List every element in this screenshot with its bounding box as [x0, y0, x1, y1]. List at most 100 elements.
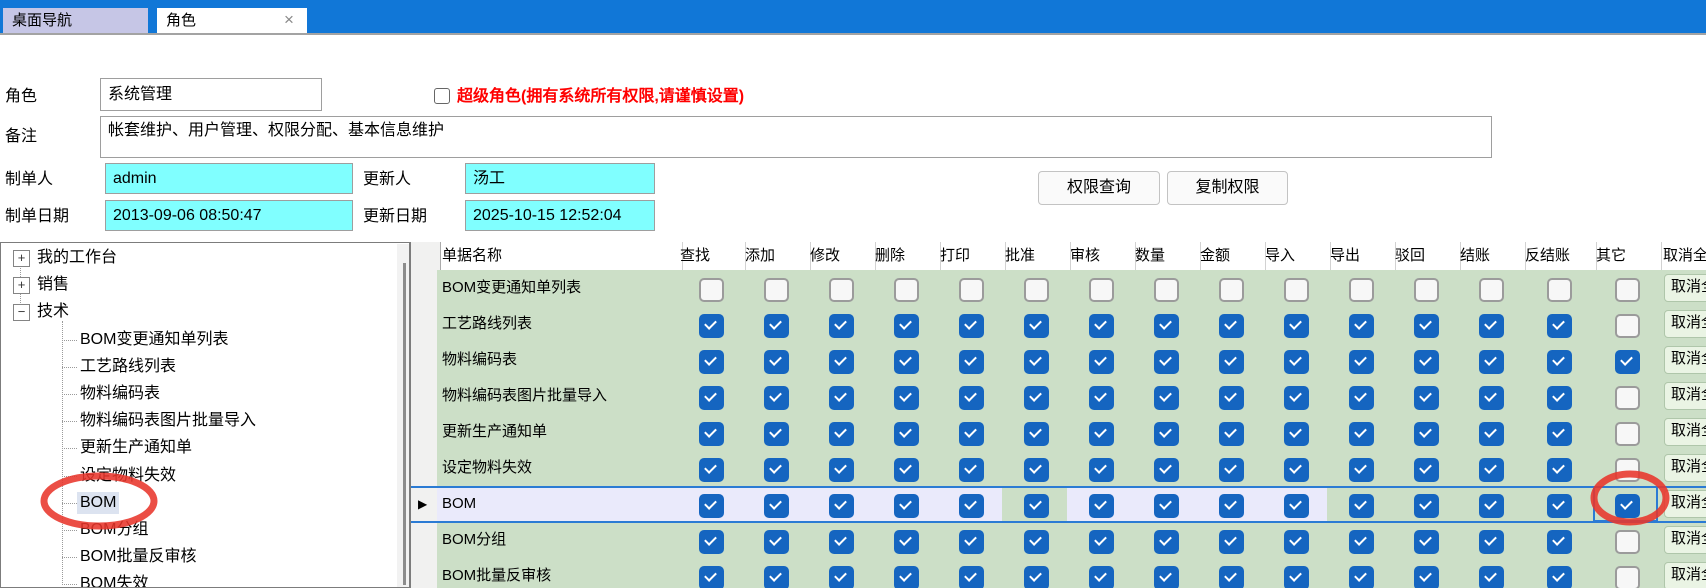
tree-expander-expand-icon[interactable]: + — [13, 277, 30, 294]
permission-checkbox-checked[interactable] — [1024, 350, 1049, 374]
permission-checkbox-checked[interactable] — [1284, 530, 1309, 554]
tree-item[interactable]: 技术 — [34, 301, 72, 323]
permission-checkbox-checked[interactable] — [829, 494, 854, 518]
permission-checkbox-checked[interactable] — [1219, 314, 1244, 338]
permission-checkbox-unchecked[interactable] — [1349, 278, 1374, 302]
cancel-select-all-button[interactable]: 取消全选 — [1664, 490, 1706, 518]
grid-header-document-name[interactable]: 单据名称 — [437, 242, 683, 270]
permission-checkbox-checked[interactable] — [1414, 350, 1439, 374]
permission-checkbox-checked[interactable] — [1024, 314, 1049, 338]
permission-checkbox-checked[interactable] — [1349, 350, 1374, 374]
permission-checkbox-unchecked[interactable] — [1615, 458, 1640, 482]
tree-expander-expand-icon[interactable]: + — [13, 250, 30, 267]
permission-checkbox-checked[interactable] — [1479, 566, 1504, 588]
tree-item[interactable]: 物料编码表 — [77, 383, 163, 405]
permission-checkbox-checked[interactable] — [1615, 350, 1640, 374]
permission-checkbox-unchecked[interactable] — [829, 278, 854, 302]
tree-item[interactable]: 物料编码表图片批量导入 — [77, 410, 259, 432]
permission-checkbox-checked[interactable] — [1349, 458, 1374, 482]
permission-checkbox-checked[interactable] — [1154, 350, 1179, 374]
document-name-cell[interactable]: 工艺路线列表 — [437, 306, 683, 342]
permission-checkbox-checked[interactable] — [1479, 530, 1504, 554]
permission-checkbox-checked[interactable] — [1547, 494, 1572, 518]
close-icon[interactable]: × — [281, 8, 297, 33]
grid-header-permission[interactable]: 驳回 — [1392, 242, 1461, 270]
permission-checkbox-unchecked[interactable] — [1089, 278, 1114, 302]
permission-checkbox-checked[interactable] — [1089, 566, 1114, 588]
permission-checkbox-checked[interactable] — [1349, 530, 1374, 554]
document-name-cell[interactable]: BOM批量反审核 — [437, 558, 683, 588]
permission-checkbox-checked[interactable] — [1284, 350, 1309, 374]
permission-checkbox-checked[interactable] — [1089, 530, 1114, 554]
permission-checkbox-checked[interactable] — [1547, 350, 1572, 374]
permission-checkbox-unchecked[interactable] — [1615, 422, 1640, 446]
tab-desktop-navigation[interactable]: 桌面导航 — [3, 8, 148, 33]
permission-checkbox-checked[interactable] — [1024, 494, 1049, 518]
permission-checkbox-checked[interactable] — [1414, 566, 1439, 588]
permission-checkbox-checked[interactable] — [764, 530, 789, 554]
permission-checkbox-checked[interactable] — [699, 314, 724, 338]
permission-checkbox-checked[interactable] — [1219, 458, 1244, 482]
permission-checkbox-checked[interactable] — [1024, 458, 1049, 482]
permission-checkbox-checked[interactable] — [894, 458, 919, 482]
permission-checkbox-checked[interactable] — [699, 494, 724, 518]
tree-expander-collapse-icon[interactable]: − — [13, 304, 30, 321]
permission-checkbox-checked[interactable] — [699, 530, 724, 554]
permission-checkbox-checked[interactable] — [1479, 422, 1504, 446]
remark-input[interactable]: 帐套维护、用户管理、权限分配、基本信息维护 — [100, 116, 1492, 158]
copy-permission-button[interactable]: 复制权限 — [1167, 171, 1288, 205]
permission-checkbox-checked[interactable] — [1349, 566, 1374, 588]
permission-checkbox-checked[interactable] — [1414, 422, 1439, 446]
tree-item[interactable]: BOM分组 — [77, 519, 151, 541]
permission-checkbox-unchecked[interactable] — [1414, 278, 1439, 302]
permission-checkbox-unchecked[interactable] — [1615, 566, 1640, 588]
tree-item[interactable]: BOM批量反审核 — [77, 546, 199, 568]
permission-checkbox-checked[interactable] — [1615, 494, 1640, 518]
permission-checkbox-checked[interactable] — [829, 566, 854, 588]
permission-checkbox-unchecked[interactable] — [1479, 278, 1504, 302]
permission-checkbox-unchecked[interactable] — [1615, 314, 1640, 338]
permission-checkbox-unchecked[interactable] — [699, 278, 724, 302]
permission-checkbox-checked[interactable] — [1219, 422, 1244, 446]
permission-checkbox-checked[interactable] — [894, 350, 919, 374]
role-input[interactable]: 系统管理 — [100, 78, 322, 111]
tree-item[interactable]: 设定物料失效 — [77, 465, 179, 487]
document-name-cell[interactable]: 设定物料失效 — [437, 450, 683, 486]
permission-checkbox-checked[interactable] — [1219, 350, 1244, 374]
super-role-checkbox[interactable] — [434, 88, 450, 104]
document-name-cell[interactable]: BOM分组 — [437, 522, 683, 558]
permission-checkbox-checked[interactable] — [894, 386, 919, 410]
permission-checkbox-checked[interactable] — [1284, 386, 1309, 410]
permission-checkbox-unchecked[interactable] — [1024, 278, 1049, 302]
permission-checkbox-checked[interactable] — [699, 566, 724, 588]
grid-header-permission[interactable]: 数量 — [1132, 242, 1201, 270]
permission-checkbox-unchecked[interactable] — [1615, 530, 1640, 554]
permission-checkbox-checked[interactable] — [1024, 386, 1049, 410]
grid-header-permission[interactable]: 查找 — [677, 242, 746, 270]
permission-checkbox-checked[interactable] — [959, 386, 984, 410]
tab-role[interactable]: 角色 × — [157, 8, 307, 33]
permission-checkbox-checked[interactable] — [829, 350, 854, 374]
cancel-select-all-button[interactable]: 取消全选 — [1664, 454, 1706, 482]
permission-checkbox-checked[interactable] — [1479, 494, 1504, 518]
cancel-select-all-button[interactable]: 取消全选 — [1664, 274, 1706, 302]
permission-checkbox-checked[interactable] — [764, 314, 789, 338]
permission-checkbox-checked[interactable] — [959, 314, 984, 338]
permission-checkbox-checked[interactable] — [959, 530, 984, 554]
document-name-cell[interactable]: 更新生产通知单 — [437, 414, 683, 450]
permission-checkbox-checked[interactable] — [1154, 566, 1179, 588]
tree-item[interactable]: 工艺路线列表 — [77, 356, 179, 378]
tree-item[interactable]: 销售 — [34, 274, 72, 296]
cancel-select-all-button[interactable]: 取消全选 — [1664, 310, 1706, 338]
permission-checkbox-checked[interactable] — [959, 458, 984, 482]
permission-checkbox-checked[interactable] — [829, 530, 854, 554]
permission-checkbox-unchecked[interactable] — [764, 278, 789, 302]
permission-checkbox-checked[interactable] — [1479, 458, 1504, 482]
permission-checkbox-checked[interactable] — [1547, 386, 1572, 410]
tree-item[interactable]: 我的工作台 — [34, 247, 120, 269]
permission-checkbox-checked[interactable] — [1154, 386, 1179, 410]
grid-header-permission[interactable]: 反结账 — [1522, 242, 1597, 270]
document-name-cell[interactable]: 物料编码表 — [437, 342, 683, 378]
permission-checkbox-checked[interactable] — [764, 458, 789, 482]
permission-checkbox-checked[interactable] — [1547, 314, 1572, 338]
